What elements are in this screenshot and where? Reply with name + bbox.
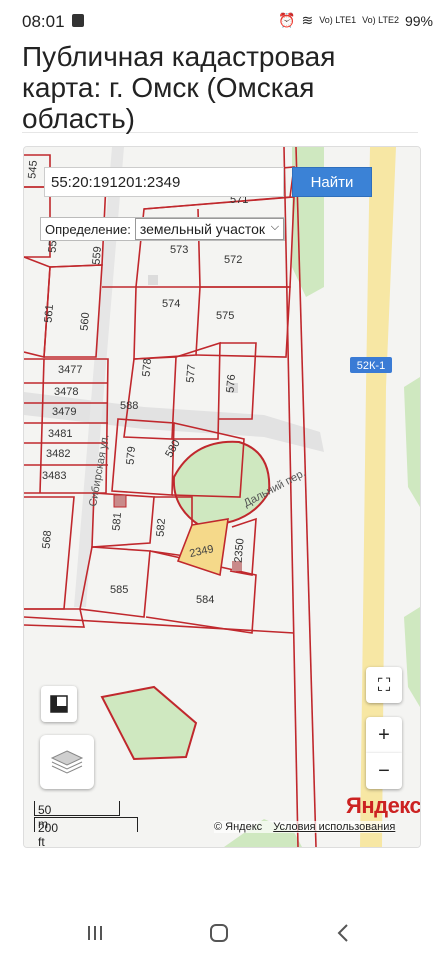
parcel-label: 2350 bbox=[233, 538, 247, 563]
zoom-in-button[interactable]: + bbox=[366, 717, 402, 753]
parcel-label: 3482 bbox=[46, 448, 70, 460]
parcel-label: 584 bbox=[196, 594, 214, 606]
recent-apps-button[interactable] bbox=[80, 918, 110, 948]
battery-level: 99% bbox=[404, 12, 433, 29]
signal-2-label: Vo) LTE2 bbox=[362, 15, 399, 25]
home-button[interactable] bbox=[204, 918, 234, 948]
parcel-label: 3483 bbox=[42, 470, 66, 482]
notification-icon bbox=[72, 14, 84, 27]
parcel-label: 577 bbox=[185, 364, 199, 383]
parcel-label: 561 bbox=[43, 304, 57, 323]
parcel-label: 560 bbox=[79, 312, 93, 331]
status-bar: 08:01 ⏰ ≋ Vo) LTE1 Vo) LTE2 99% bbox=[0, 0, 443, 42]
zoom-out-button[interactable]: − bbox=[366, 753, 402, 789]
parcel-label: 588 bbox=[120, 400, 138, 412]
yandex-logo: Яндекс bbox=[346, 793, 421, 818]
chevron-down-icon: ⌵ bbox=[270, 221, 280, 233]
parcel-label: 579 bbox=[125, 446, 139, 465]
definition-select[interactable]: земельный участок ⌵ bbox=[134, 218, 285, 240]
layers-icon bbox=[50, 750, 84, 774]
terms-link[interactable]: Условия использования bbox=[273, 821, 395, 833]
parcel-label: 3479 bbox=[52, 406, 76, 418]
signal-1-label: Vo) LTE1 bbox=[319, 15, 357, 25]
android-nav-bar bbox=[0, 900, 443, 960]
parcel-label: 581 bbox=[111, 512, 125, 531]
parcel-label: 582 bbox=[155, 518, 169, 537]
parcel-label: 572 bbox=[224, 254, 242, 266]
alarm-icon: ⏰ bbox=[278, 12, 296, 28]
parcel-label: 576 bbox=[225, 374, 239, 393]
map-attribution: © Яндекс Условия использования bbox=[214, 821, 396, 833]
parcel-label: 3477 bbox=[58, 364, 82, 376]
scale-feet-label: 200 ft bbox=[38, 821, 59, 848]
definition-row: Определение: земельный участок ⌵ bbox=[40, 217, 286, 241]
parcel-label: 575 bbox=[216, 310, 234, 322]
fullscreen-button[interactable]: ⛶ bbox=[366, 667, 402, 703]
parcel-label: 559 bbox=[91, 246, 105, 265]
parcel-label: 3481 bbox=[48, 428, 72, 440]
page-title: Публичная кадастровая карта: г. Омск (Ом… bbox=[22, 40, 336, 134]
parcel-label: 568 bbox=[41, 530, 55, 549]
search-button[interactable]: Найти bbox=[292, 167, 372, 197]
copyright-text: © Яндекс bbox=[214, 821, 263, 833]
road-label: 52К-1 bbox=[357, 360, 385, 372]
cadastral-search-input[interactable] bbox=[44, 167, 284, 197]
status-right: ⏰ ≋ Vo) LTE1 Vo) LTE2 99% bbox=[278, 12, 433, 29]
back-icon bbox=[337, 924, 348, 942]
parcel-label: 574 bbox=[162, 298, 180, 310]
parcel-label: 3478 bbox=[54, 386, 78, 398]
status-time: 08:01 bbox=[22, 12, 65, 31]
parcel-label: 578 bbox=[141, 358, 155, 377]
recent-apps-icon bbox=[88, 926, 102, 940]
back-button[interactable] bbox=[328, 918, 358, 948]
parcel-label: 585 bbox=[110, 584, 128, 596]
definition-selected-value: земельный участок bbox=[139, 221, 266, 237]
building bbox=[113, 494, 127, 508]
parcel-label: 545 bbox=[26, 160, 40, 179]
map-card: 52К-1 Сибирская ул. Дальний пер. 545 571… bbox=[23, 146, 421, 848]
building bbox=[148, 275, 158, 285]
layers-button[interactable] bbox=[40, 735, 94, 789]
wifi-icon: ≋ bbox=[301, 12, 314, 28]
home-icon bbox=[210, 924, 228, 942]
expand-icon: ⛶ bbox=[377, 674, 391, 695]
parcel-label: 573 bbox=[170, 244, 188, 256]
definition-label: Определение: bbox=[45, 221, 131, 237]
ruler-button[interactable] bbox=[41, 686, 77, 722]
ruler-icon bbox=[50, 695, 68, 713]
search-bar: Найти bbox=[44, 167, 372, 197]
